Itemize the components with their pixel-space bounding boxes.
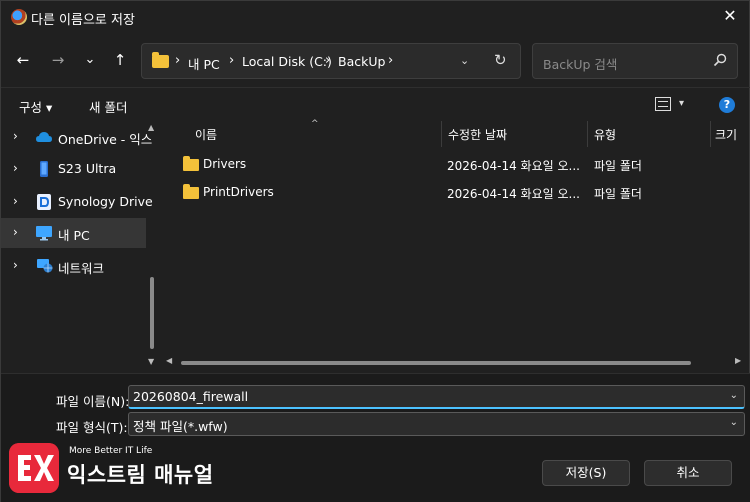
folder-icon [183, 184, 199, 199]
breadcrumb-this-pc[interactable]: 내 PC [188, 54, 220, 73]
address-dropdown-icon[interactable]: ⌄ [460, 54, 469, 67]
breadcrumb-separator[interactable]: › [229, 53, 234, 68]
scroll-down-arrow-icon[interactable]: ▼ [148, 357, 154, 366]
file-list: ^ 이름 수정한 날짜 유형 크기 Drivers 2026-04-14 화요일… [163, 119, 750, 371]
column-header-label: 수정한 날짜 [448, 128, 508, 142]
breadcrumb-local-disk[interactable]: Local Disk (C:) [242, 54, 332, 69]
sidebar-item-label: 네트워크 [58, 261, 105, 276]
file-name[interactable]: PrintDrivers [203, 185, 274, 199]
forward-arrow-icon[interactable]: → [47, 49, 69, 71]
expand-chevron-icon[interactable]: › [13, 161, 18, 175]
sidebar-item-network[interactable]: › 네트워크 [1, 251, 146, 281]
filetype-value: 정책 파일(*.wfw) [133, 419, 228, 434]
table-row[interactable]: PrintDrivers 2026-04-14 화요일 오... 파일 폴더 [163, 182, 750, 208]
app-icon [11, 9, 27, 25]
close-icon[interactable]: ✕ [721, 7, 739, 25]
column-header-type[interactable]: 유형 [588, 121, 710, 147]
horizontal-scrollbar-thumb[interactable] [181, 361, 691, 365]
back-arrow-icon[interactable]: ← [12, 49, 34, 71]
filename-value[interactable]: 20260804_firewall [133, 389, 248, 404]
column-header-modified[interactable]: 수정한 날짜 [442, 121, 587, 147]
filename-field[interactable]: 20260804_firewall ⌄ [128, 385, 745, 409]
filetype-label: 파일 형식(T): [56, 420, 128, 435]
breadcrumb-separator[interactable]: › [388, 53, 393, 68]
expand-chevron-icon[interactable]: › [13, 129, 18, 143]
save-button[interactable]: 저장(S) [542, 460, 630, 486]
folder-icon [183, 156, 199, 171]
expand-chevron-icon[interactable]: › [13, 258, 18, 272]
column-header-size[interactable]: 크기 [711, 121, 750, 147]
sidebar-item-label: S23 Ultra [58, 161, 117, 176]
scroll-right-arrow-icon[interactable]: ▶ [735, 356, 741, 365]
file-type: 파일 폴더 [594, 187, 642, 201]
column-header-label: 크기 [715, 128, 738, 142]
breadcrumb-separator[interactable]: › [175, 53, 180, 68]
scroll-left-arrow-icon[interactable]: ◀ [166, 356, 172, 365]
sidebar-item-synology-drive[interactable]: › Synology Drive [1, 187, 153, 217]
cloud-icon [36, 132, 52, 142]
window-title: 다른 이름으로 저장 [31, 13, 135, 28]
scrollbar-thumb[interactable] [150, 277, 154, 349]
watermark-tagline: More Better IT Life [69, 446, 153, 456]
watermark-logo-icon [9, 443, 59, 493]
filename-label: 파일 이름(N): [56, 394, 130, 409]
watermark-name: 익스트림 매뉴얼 [67, 463, 214, 487]
organize-button[interactable]: 구성 ▾ [19, 97, 52, 116]
phone-icon [40, 161, 48, 177]
column-header-name[interactable]: ^ 이름 [163, 119, 441, 147]
navigation-pane: › OneDrive - 익스 › S23 Ultra › Synology D… [1, 121, 161, 371]
file-name[interactable]: Drivers [203, 157, 246, 171]
recent-locations-chevron-icon[interactable]: ⌄ [79, 49, 101, 71]
sidebar-item-this-pc[interactable]: › 내 PC [1, 218, 146, 248]
expand-chevron-icon[interactable]: › [13, 194, 18, 208]
up-arrow-icon[interactable]: ↑ [109, 49, 131, 71]
navigation-scrollbar[interactable]: ▲ ▼ [147, 121, 157, 371]
search-icon[interactable] [713, 53, 727, 67]
view-options-icon[interactable] [655, 97, 671, 111]
sidebar-item-label: OneDrive - 익스 [58, 132, 153, 147]
sidebar-item-label: 내 PC [58, 228, 90, 243]
file-modified: 2026-04-14 화요일 오... [447, 187, 580, 201]
file-modified: 2026-04-14 화요일 오... [447, 159, 580, 173]
new-folder-button[interactable]: 새 폴더 [89, 97, 127, 116]
search-placeholder: BackUp 검색 [543, 57, 618, 72]
search-input[interactable]: BackUp 검색 [532, 43, 738, 79]
sidebar-item-onedrive[interactable]: › OneDrive - 익스 [1, 122, 152, 152]
sidebar-item-label: Synology Drive [58, 194, 153, 209]
scroll-up-arrow-icon[interactable]: ▲ [148, 123, 154, 132]
command-bar: 구성 ▾ 새 폴더 ▾ ? [1, 87, 750, 121]
network-icon [37, 259, 53, 273]
monitor-icon [36, 226, 52, 241]
filename-dropdown-icon[interactable]: ⌄ [730, 390, 738, 401]
help-icon[interactable]: ? [719, 97, 735, 113]
refresh-icon[interactable]: ↻ [494, 51, 507, 69]
file-type: 파일 폴더 [594, 159, 642, 173]
synology-icon [37, 194, 51, 210]
breadcrumb-backup[interactable]: BackUp [338, 54, 385, 69]
cancel-button[interactable]: 취소 [644, 460, 732, 486]
column-header-label: 유형 [594, 128, 617, 142]
sort-ascending-icon: ^ [311, 119, 319, 129]
table-row[interactable]: Drivers 2026-04-14 화요일 오... 파일 폴더 [163, 154, 750, 180]
filetype-select[interactable]: 정책 파일(*.wfw) ⌄ [128, 412, 745, 436]
expand-chevron-icon[interactable]: › [13, 225, 18, 239]
address-bar[interactable]: › 내 PC › Local Disk (C:) › BackUp › ⌄ ↻ [141, 43, 521, 79]
filetype-dropdown-icon[interactable]: ⌄ [730, 417, 738, 428]
navigation-bar: ← → ⌄ ↑ › 내 PC › Local Disk (C:) › BackU… [1, 35, 750, 87]
folder-icon [152, 52, 169, 68]
save-as-dialog: 다른 이름으로 저장 ✕ ← → ⌄ ↑ › 내 PC › Local Disk… [0, 0, 750, 502]
column-header-label: 이름 [195, 128, 218, 142]
title-bar: 다른 이름으로 저장 ✕ [1, 1, 750, 33]
breadcrumb-separator[interactable]: › [325, 53, 330, 68]
sidebar-item-s23-ultra[interactable]: › S23 Ultra [1, 154, 146, 184]
view-dropdown-icon[interactable]: ▾ [679, 98, 684, 109]
